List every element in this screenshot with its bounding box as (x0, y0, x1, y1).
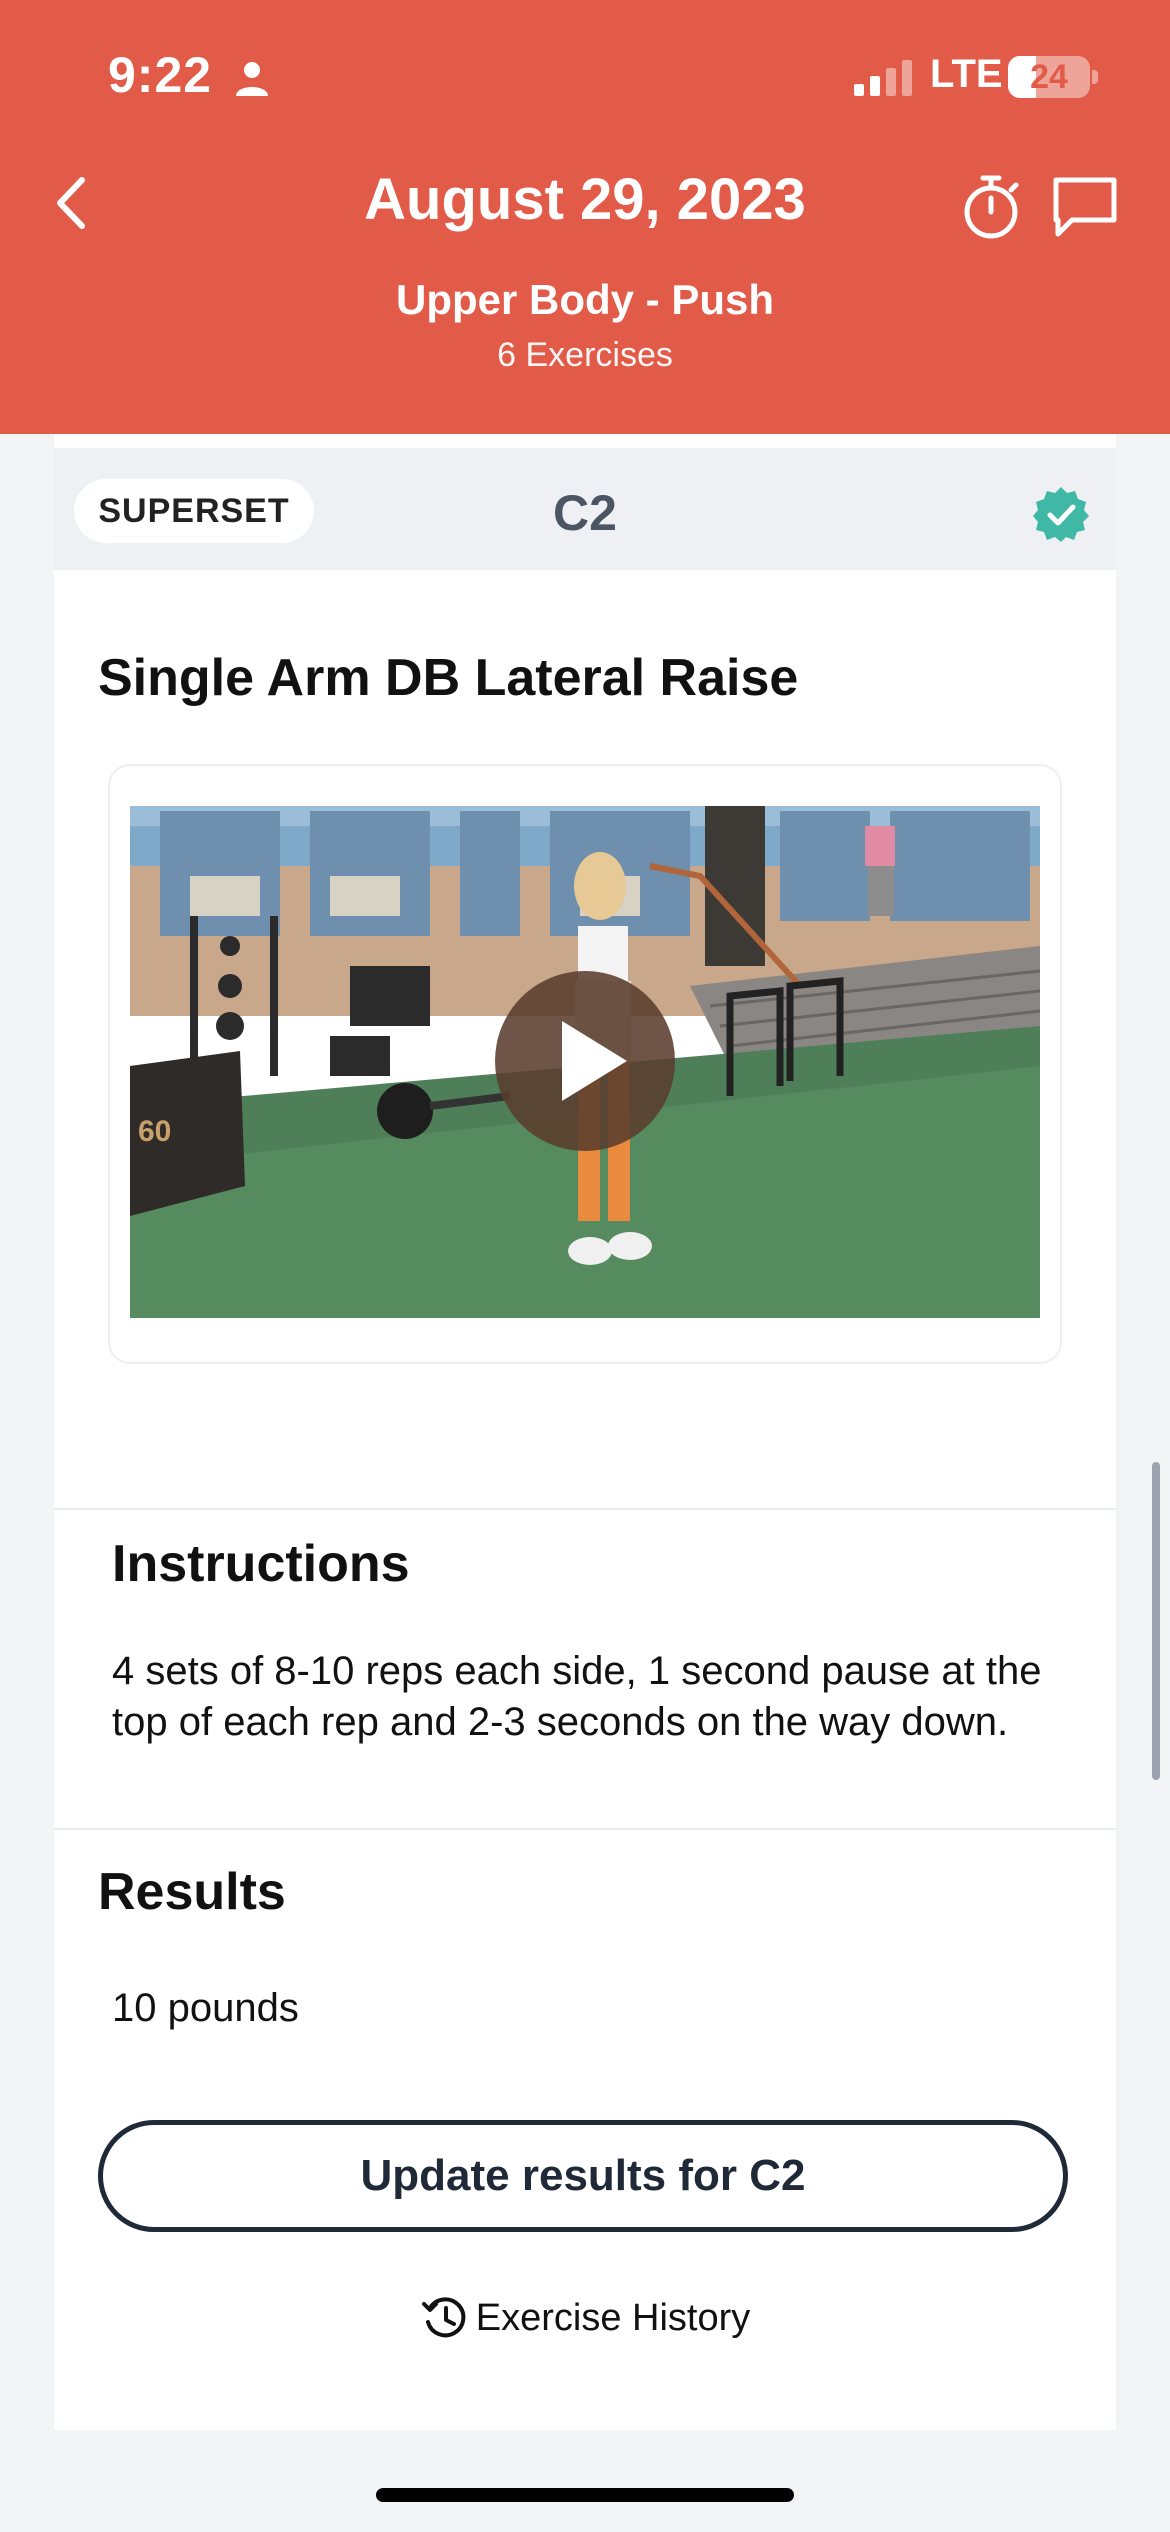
results-heading: Results (98, 1863, 286, 1921)
header: 9:22 LTE 24 August 29, 2023 Upper Body -… (0, 0, 1170, 434)
battery-tip (1092, 70, 1098, 84)
workout-name: Upper Body - Push (395, 276, 775, 323)
instructions-heading: Instructions (112, 1535, 410, 1593)
stopwatch-icon[interactable] (956, 172, 1026, 242)
history-clock-icon (421, 2297, 466, 2338)
results-value: 10 pounds (112, 1986, 299, 2030)
home-indicator[interactable] (376, 2488, 794, 2502)
exercise-title: Single Arm DB Lateral Raise (98, 649, 799, 707)
status-time: 9:22 (108, 47, 213, 103)
update-results-button[interactable]: Update results for C2 (98, 2120, 1068, 2232)
instructions-text: 4 sets of 8-10 reps each side, 1 second … (112, 1649, 1042, 1744)
exercise-history-label: Exercise History (475, 2296, 751, 2339)
superset-bar: SUPERSET C2 (54, 448, 1116, 570)
exercise-card: SUPERSET C2 Single Arm DB Lateral Raise (54, 434, 1116, 2430)
exercise-history-link[interactable]: Exercise History (54, 2288, 1116, 2348)
exercise-count: 6 Exercises (497, 336, 673, 374)
divider (54, 1508, 1116, 1510)
svg-text:60: 60 (138, 1115, 171, 1148)
network-label: LTE (930, 52, 1003, 96)
chat-icon[interactable] (1050, 174, 1120, 240)
divider (54, 1828, 1116, 1830)
battery-level: 24 (1030, 58, 1068, 96)
signal-icon (854, 60, 912, 96)
check-badge-icon (1033, 487, 1089, 542)
person-icon (236, 62, 268, 96)
scrollbar[interactable] (1152, 1462, 1160, 1780)
battery-icon: 24 (1008, 56, 1090, 98)
superset-label: C2 (553, 485, 617, 541)
video-frame: 60 (108, 764, 1062, 1364)
exercise-video-thumbnail[interactable]: 60 (130, 806, 1040, 1318)
